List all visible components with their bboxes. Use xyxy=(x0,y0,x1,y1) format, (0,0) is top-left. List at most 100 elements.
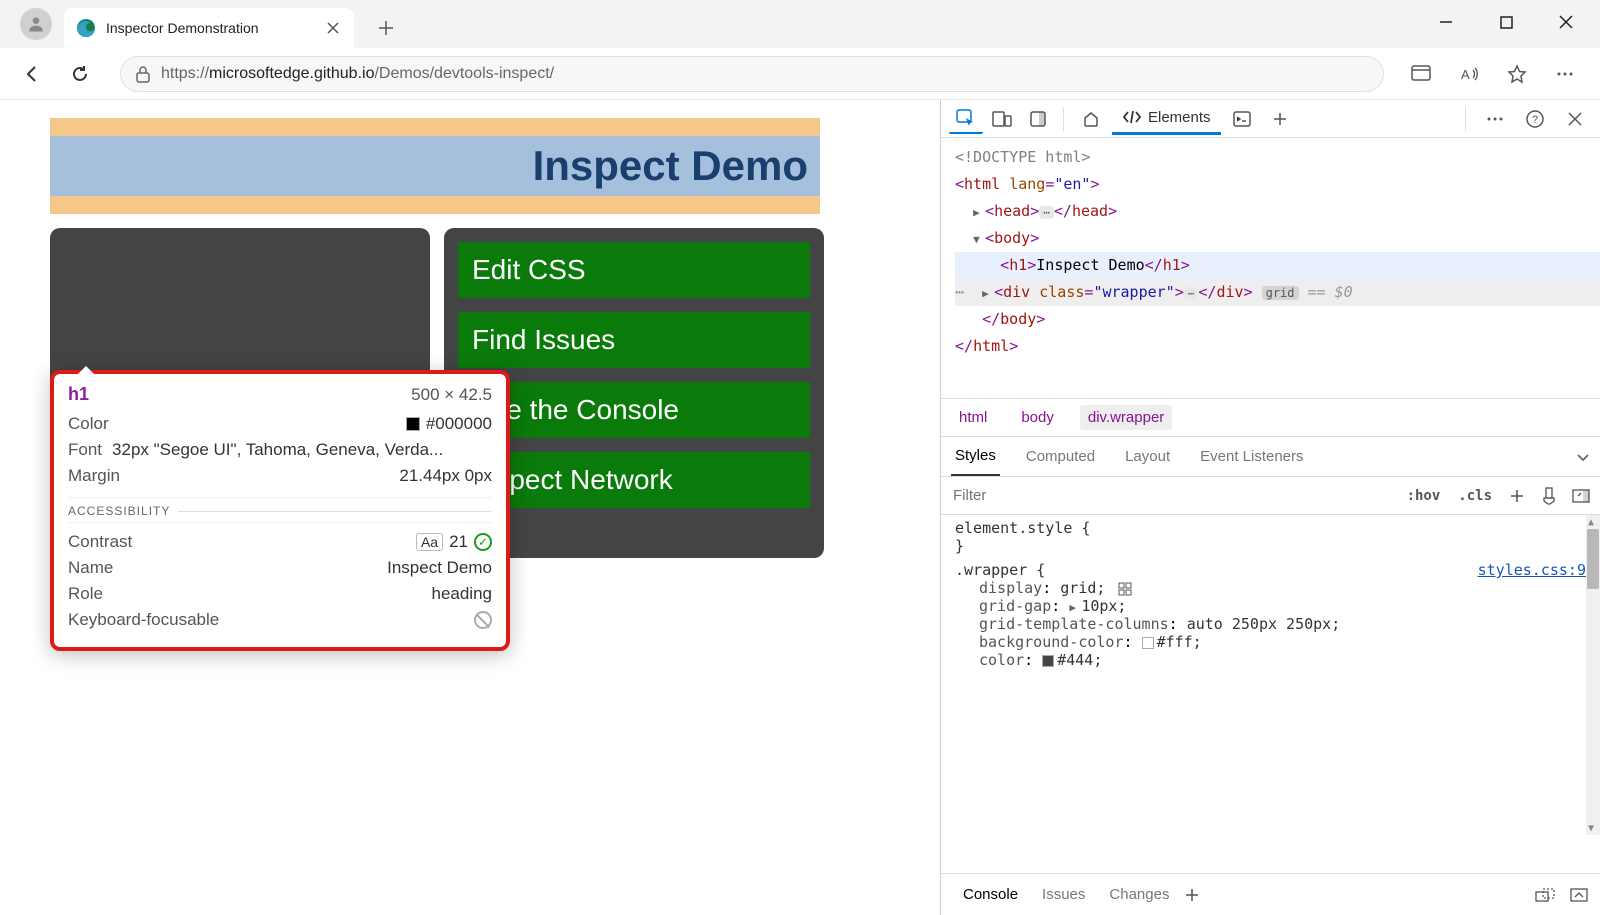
welcome-tab[interactable] xyxy=(1072,104,1110,134)
button-find-issues[interactable]: Find Issues xyxy=(458,312,810,368)
back-button[interactable] xyxy=(12,54,52,94)
drawer-tab-issues[interactable]: Issues xyxy=(1030,880,1097,909)
check-icon: ✓ xyxy=(474,533,492,551)
tooltip-font-value: 32px "Segoe UI", Tahoma, Geneva, Verda..… xyxy=(112,440,443,460)
tab-computed[interactable]: Computed xyxy=(1022,438,1099,475)
url-box[interactable]: https://microsoftedge.github.io/Demos/de… xyxy=(120,56,1384,92)
computed-sidebar-icon[interactable] xyxy=(1570,485,1592,507)
source-link[interactable]: styles.css:9 xyxy=(1478,561,1586,579)
style-filter-bar: :hov .cls xyxy=(941,477,1600,515)
devtools-panel: Elements ? <!DOCTYPE html> <html lang="e… xyxy=(940,100,1600,915)
element-style-rule[interactable]: element.style { } xyxy=(955,519,1586,555)
window-controls xyxy=(1432,8,1580,36)
devtools-toolbar: Elements ? xyxy=(941,100,1600,138)
paintbrush-icon[interactable] xyxy=(1538,485,1560,507)
tooltip-margin-value: 21.44px 0px xyxy=(399,466,492,486)
read-aloud-icon[interactable]: A xyxy=(1452,57,1486,91)
crumb-body[interactable]: body xyxy=(1013,405,1062,430)
app-mode-icon[interactable] xyxy=(1404,57,1438,91)
dom-doctype: <!DOCTYPE html> xyxy=(955,144,1600,171)
swatch-dark[interactable] xyxy=(1042,655,1054,667)
crumb-html[interactable]: html xyxy=(951,405,995,430)
tab-close-button[interactable] xyxy=(324,19,342,37)
tooltip-name-value: Inspect Demo xyxy=(387,558,492,578)
tooltip-color-label: Color xyxy=(68,414,109,434)
edge-icon xyxy=(76,18,96,38)
tooltip-margin-label: Margin xyxy=(68,466,120,486)
minimize-button[interactable] xyxy=(1432,8,1460,36)
drawer-add-button[interactable] xyxy=(1181,884,1203,906)
favorite-icon[interactable] xyxy=(1500,57,1534,91)
tooltip-tag: h1 xyxy=(68,384,89,405)
profile-avatar[interactable] xyxy=(20,8,52,40)
refresh-button[interactable] xyxy=(60,54,100,94)
devtools-more-button[interactable] xyxy=(1478,104,1512,134)
devtools-close-button[interactable] xyxy=(1558,104,1592,134)
tooltip-dimensions: 500 × 42.5 xyxy=(411,385,492,405)
breadcrumbs: html body div.wrapper xyxy=(941,398,1600,437)
grid-icon[interactable] xyxy=(1118,582,1132,596)
color-swatch xyxy=(406,417,420,431)
address-bar: https://microsoftedge.github.io/Demos/de… xyxy=(0,48,1600,100)
tooltip-contrast-value: 21 xyxy=(449,532,468,552)
dom-wrapper-line[interactable]: ⋯ ▶<div class="wrapper">⋯</div> grid == … xyxy=(955,279,1600,306)
button-use-console[interactable]: Use the Console xyxy=(458,382,810,438)
styles-scrollbar[interactable]: ▲ ▼ xyxy=(1586,515,1600,835)
hov-toggle[interactable]: :hov xyxy=(1403,486,1445,506)
tab-styles[interactable]: Styles xyxy=(951,437,1000,476)
inspect-tooltip: h1 500 × 42.5 Color #000000 Font 32px "Seg… xyxy=(50,370,510,651)
wrapper-rule[interactable]: .wrapper {styles.css:9 display: grid; gr… xyxy=(955,561,1586,669)
devtools-help-button[interactable]: ? xyxy=(1518,104,1552,134)
new-style-rule-button[interactable] xyxy=(1506,485,1528,507)
button-inspect-network[interactable]: Inspect Network xyxy=(458,452,810,508)
new-tab-button[interactable] xyxy=(370,12,402,44)
menu-icon[interactable] xyxy=(1548,57,1582,91)
elements-tab[interactable]: Elements xyxy=(1112,103,1221,135)
url-text: https://microsoftedge.github.io/Demos/de… xyxy=(161,65,554,83)
ban-icon xyxy=(474,611,492,629)
tooltip-role-label: Role xyxy=(68,584,103,604)
drawer-dock-icon[interactable] xyxy=(1534,884,1556,906)
crumb-wrapper[interactable]: div.wrapper xyxy=(1080,405,1172,430)
inspect-element-button[interactable] xyxy=(949,104,983,134)
tooltip-acc-heading: ACCESSIBILITY xyxy=(68,504,170,518)
contrast-aa-chip: Aa xyxy=(416,533,443,551)
tooltip-name-label: Name xyxy=(68,558,113,578)
tab-layout[interactable]: Layout xyxy=(1121,438,1174,475)
style-tabs-chevron[interactable] xyxy=(1576,452,1590,462)
style-filter-input[interactable] xyxy=(949,481,1393,510)
svg-text:?: ? xyxy=(1532,114,1538,126)
page-viewport: Inspect Demo Edit CSS Find Issues Use th… xyxy=(0,100,940,915)
tab-title: Inspector Demonstration xyxy=(106,20,314,36)
more-tabs-button[interactable] xyxy=(1263,104,1297,134)
console-tab-icon[interactable] xyxy=(1223,105,1261,133)
tooltip-contrast-label: Contrast xyxy=(68,532,132,552)
page-heading-band: Inspect Demo xyxy=(50,136,820,196)
tab-event-listeners[interactable]: Event Listeners xyxy=(1196,438,1307,475)
dom-tree[interactable]: <!DOCTYPE html> <html lang="en"> ▶<head>… xyxy=(941,138,1600,398)
browser-tab[interactable]: Inspector Demonstration xyxy=(64,8,354,48)
page-header-band: Inspect Demo xyxy=(50,118,820,214)
button-edit-css[interactable]: Edit CSS xyxy=(458,242,810,298)
svg-text:A: A xyxy=(1461,67,1470,82)
style-tabs: Styles Computed Layout Event Listeners xyxy=(941,437,1600,477)
page-title: Inspect Demo xyxy=(50,142,808,190)
titlebar: Inspector Demonstration xyxy=(0,0,1600,48)
device-toggle-button[interactable] xyxy=(985,104,1019,134)
dock-toggle-button[interactable] xyxy=(1021,104,1055,134)
maximize-button[interactable] xyxy=(1492,8,1520,36)
tooltip-role-value: heading xyxy=(431,584,492,604)
dom-h1-line[interactable]: <h1>Inspect Demo</h1> xyxy=(955,252,1600,279)
tooltip-font-label: Font xyxy=(68,440,102,460)
swatch-white[interactable] xyxy=(1142,637,1154,649)
content-area: Inspect Demo Edit CSS Find Issues Use th… xyxy=(0,100,1600,915)
drawer-tab-changes[interactable]: Changes xyxy=(1097,880,1181,909)
styles-pane[interactable]: element.style { } .wrapper {styles.css:9… xyxy=(941,515,1600,873)
tooltip-color-value: #000000 xyxy=(426,414,492,434)
close-window-button[interactable] xyxy=(1552,8,1580,36)
lock-icon xyxy=(135,65,151,83)
drawer-tab-console[interactable]: Console xyxy=(951,880,1030,909)
drawer-expand-icon[interactable] xyxy=(1568,884,1590,906)
drawer: Console Issues Changes xyxy=(941,873,1600,915)
cls-toggle[interactable]: .cls xyxy=(1454,486,1496,506)
